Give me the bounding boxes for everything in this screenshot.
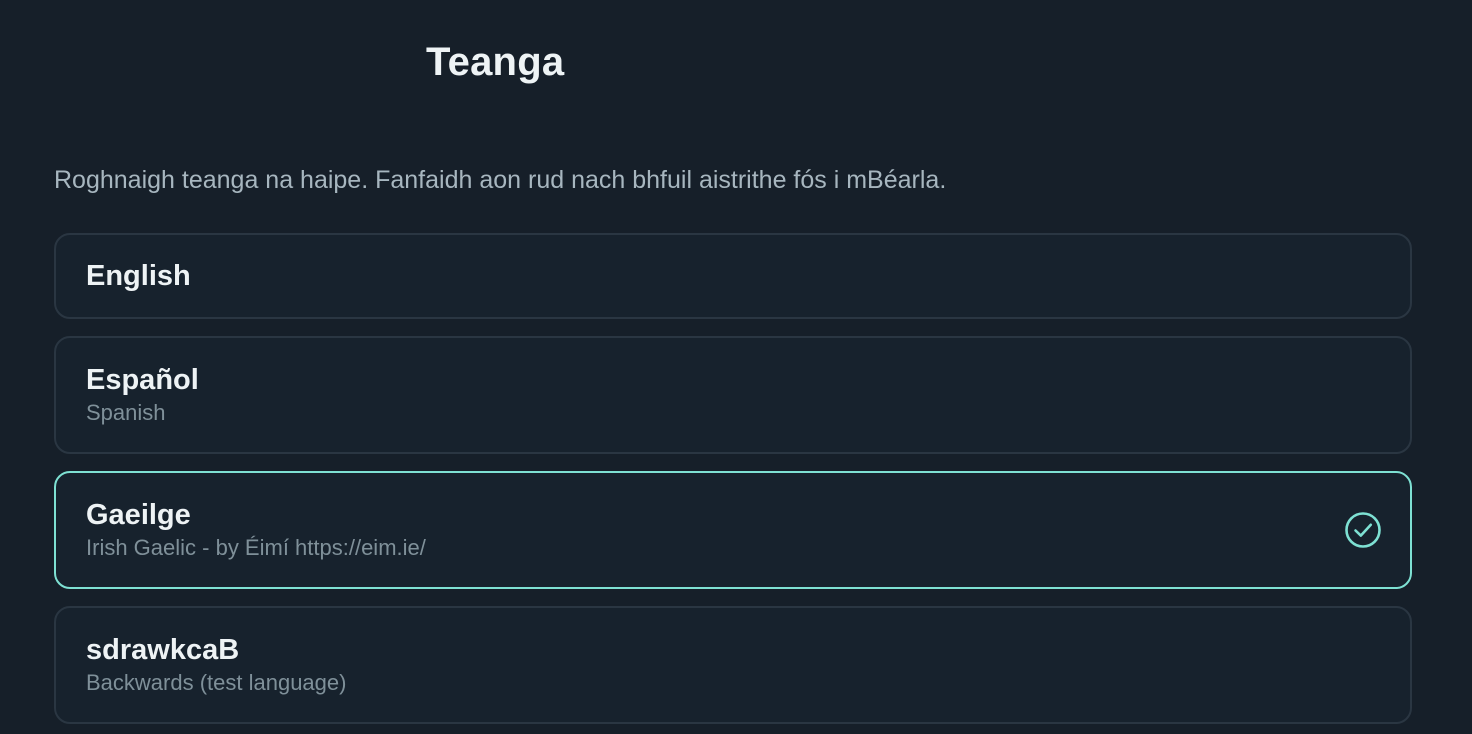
page-title: Teanga — [426, 40, 565, 84]
language-option-gaeilge[interactable]: Gaeilge Irish Gaelic - by Éimí https://e… — [54, 471, 1412, 589]
option-text: English — [86, 259, 191, 293]
language-name: Gaeilge — [86, 499, 191, 531]
language-option-espanol[interactable]: Español Spanish — [54, 336, 1412, 454]
language-option-english[interactable]: English — [54, 233, 1412, 319]
language-name: sdrawkcaB — [86, 634, 240, 666]
option-text: Español Spanish — [86, 363, 199, 427]
language-description: Roghnaigh teanga na haipe. Fanfaidh aon … — [54, 166, 947, 194]
language-subtitle: Irish Gaelic - by Éimí https://eim.ie/ — [86, 535, 426, 560]
check-circle-icon — [1345, 512, 1381, 548]
language-name: English — [86, 260, 191, 292]
option-text: sdrawkcaB Backwards (test language) — [86, 633, 346, 697]
language-option-backwards[interactable]: sdrawkcaB Backwards (test language) — [54, 606, 1412, 724]
language-list: English Español Spanish Gaeilge Irish Ga… — [54, 233, 1412, 724]
language-name: Español — [86, 364, 199, 396]
language-subtitle: Backwards (test language) — [86, 670, 347, 695]
option-text: Gaeilge Irish Gaelic - by Éimí https://e… — [86, 498, 426, 562]
language-subtitle: Spanish — [86, 400, 166, 425]
